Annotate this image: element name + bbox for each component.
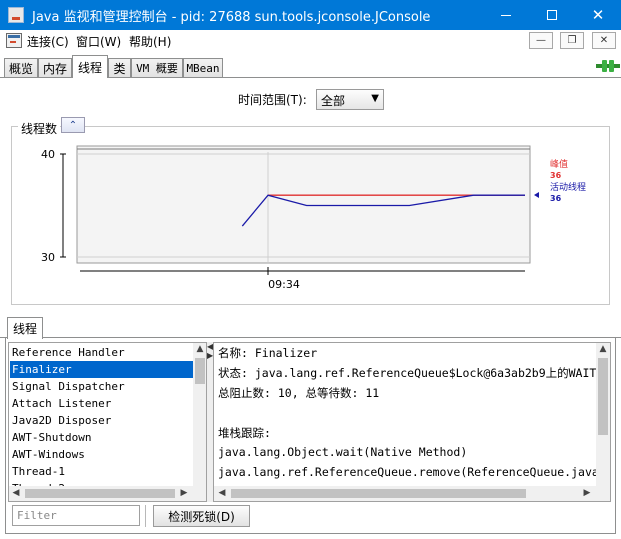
chart-frame: 30 40 09:34 [41, 145, 531, 291]
legend-series-name: 活动线程 [550, 181, 586, 193]
thread-list-item[interactable]: Finalizer [10, 361, 193, 378]
scroll-up-icon[interactable]: ▲ [193, 344, 206, 354]
details-hscrollbar[interactable]: ◀ ▶ [214, 486, 610, 501]
toolbar-separator [145, 505, 147, 527]
scroll-left-icon[interactable]: ◀ [11, 488, 21, 498]
x-tick-label: 09:34 [268, 278, 300, 291]
y-tick-label: 40 [41, 148, 55, 161]
detail-line: 总阻止数: 10, 总等待数: 11 [218, 386, 380, 400]
current-value-marker [534, 192, 539, 198]
legend-series-name: 峰值 [550, 158, 568, 170]
details-vscrollbar[interactable]: ▲ [596, 343, 610, 486]
thread-list-item[interactable]: Reference Handler [10, 344, 193, 361]
scroll-up-icon[interactable]: ▲ [596, 344, 610, 354]
filter-input[interactable]: Filter [12, 505, 140, 526]
hscroll-thumb[interactable] [25, 489, 175, 498]
detail-line: java.lang.Object.wait(Native Method) [218, 445, 468, 459]
thread-list[interactable]: Reference Handler Finalizer Signal Dispatc… [8, 342, 207, 502]
thread-list-item[interactable]: AWT-Shutdown [10, 429, 193, 446]
hscroll-thumb[interactable] [231, 489, 526, 498]
thread-list-hscrollbar[interactable]: ◀ ▶ [9, 486, 206, 501]
thread-count-chart: 304009:34 峰值36活动线程36 [41, 145, 586, 291]
thread-list-item[interactable]: Java2D Disposer [10, 412, 193, 429]
detail-line: java.lang.ref.ReferenceQueue.remove(Refe… [218, 465, 611, 479]
detail-line: 名称: Finalizer [218, 346, 318, 360]
tab-thread-list[interactable]: 线程 [7, 317, 43, 339]
thread-details: 名称: Finalizer 状态: java.lang.ref.Reference… [213, 342, 611, 502]
scroll-right-icon[interactable]: ▶ [179, 488, 189, 498]
scroll-thumb[interactable] [598, 358, 608, 435]
thread-list-item[interactable]: Signal Dispatcher [10, 378, 193, 395]
thread-list-vscrollbar[interactable]: ▲ [193, 343, 206, 486]
scroll-right-icon[interactable]: ▶ [582, 488, 592, 498]
thread-list-item[interactable]: Thread-1 [10, 463, 193, 480]
tab-threads[interactable]: 线程 [72, 55, 108, 78]
detail-line: 堆栈跟踪: [218, 426, 271, 440]
thread-list-item[interactable]: Attach Listener [10, 395, 193, 412]
thread-list-item[interactable]: AWT-Windows [10, 446, 193, 463]
scroll-thumb[interactable] [195, 358, 205, 384]
y-tick-label: 30 [41, 251, 55, 264]
scroll-left-icon[interactable]: ◀ [217, 488, 227, 498]
legend-series-value: 36 [550, 171, 562, 180]
lower-tab-bar [0, 316, 621, 338]
detect-deadlock-button[interactable]: 检测死锁(D) [153, 505, 250, 527]
detail-line: 状态: java.lang.ref.ReferenceQueue$Lock@6a… [218, 366, 611, 380]
legend-series-value: 36 [550, 194, 562, 203]
